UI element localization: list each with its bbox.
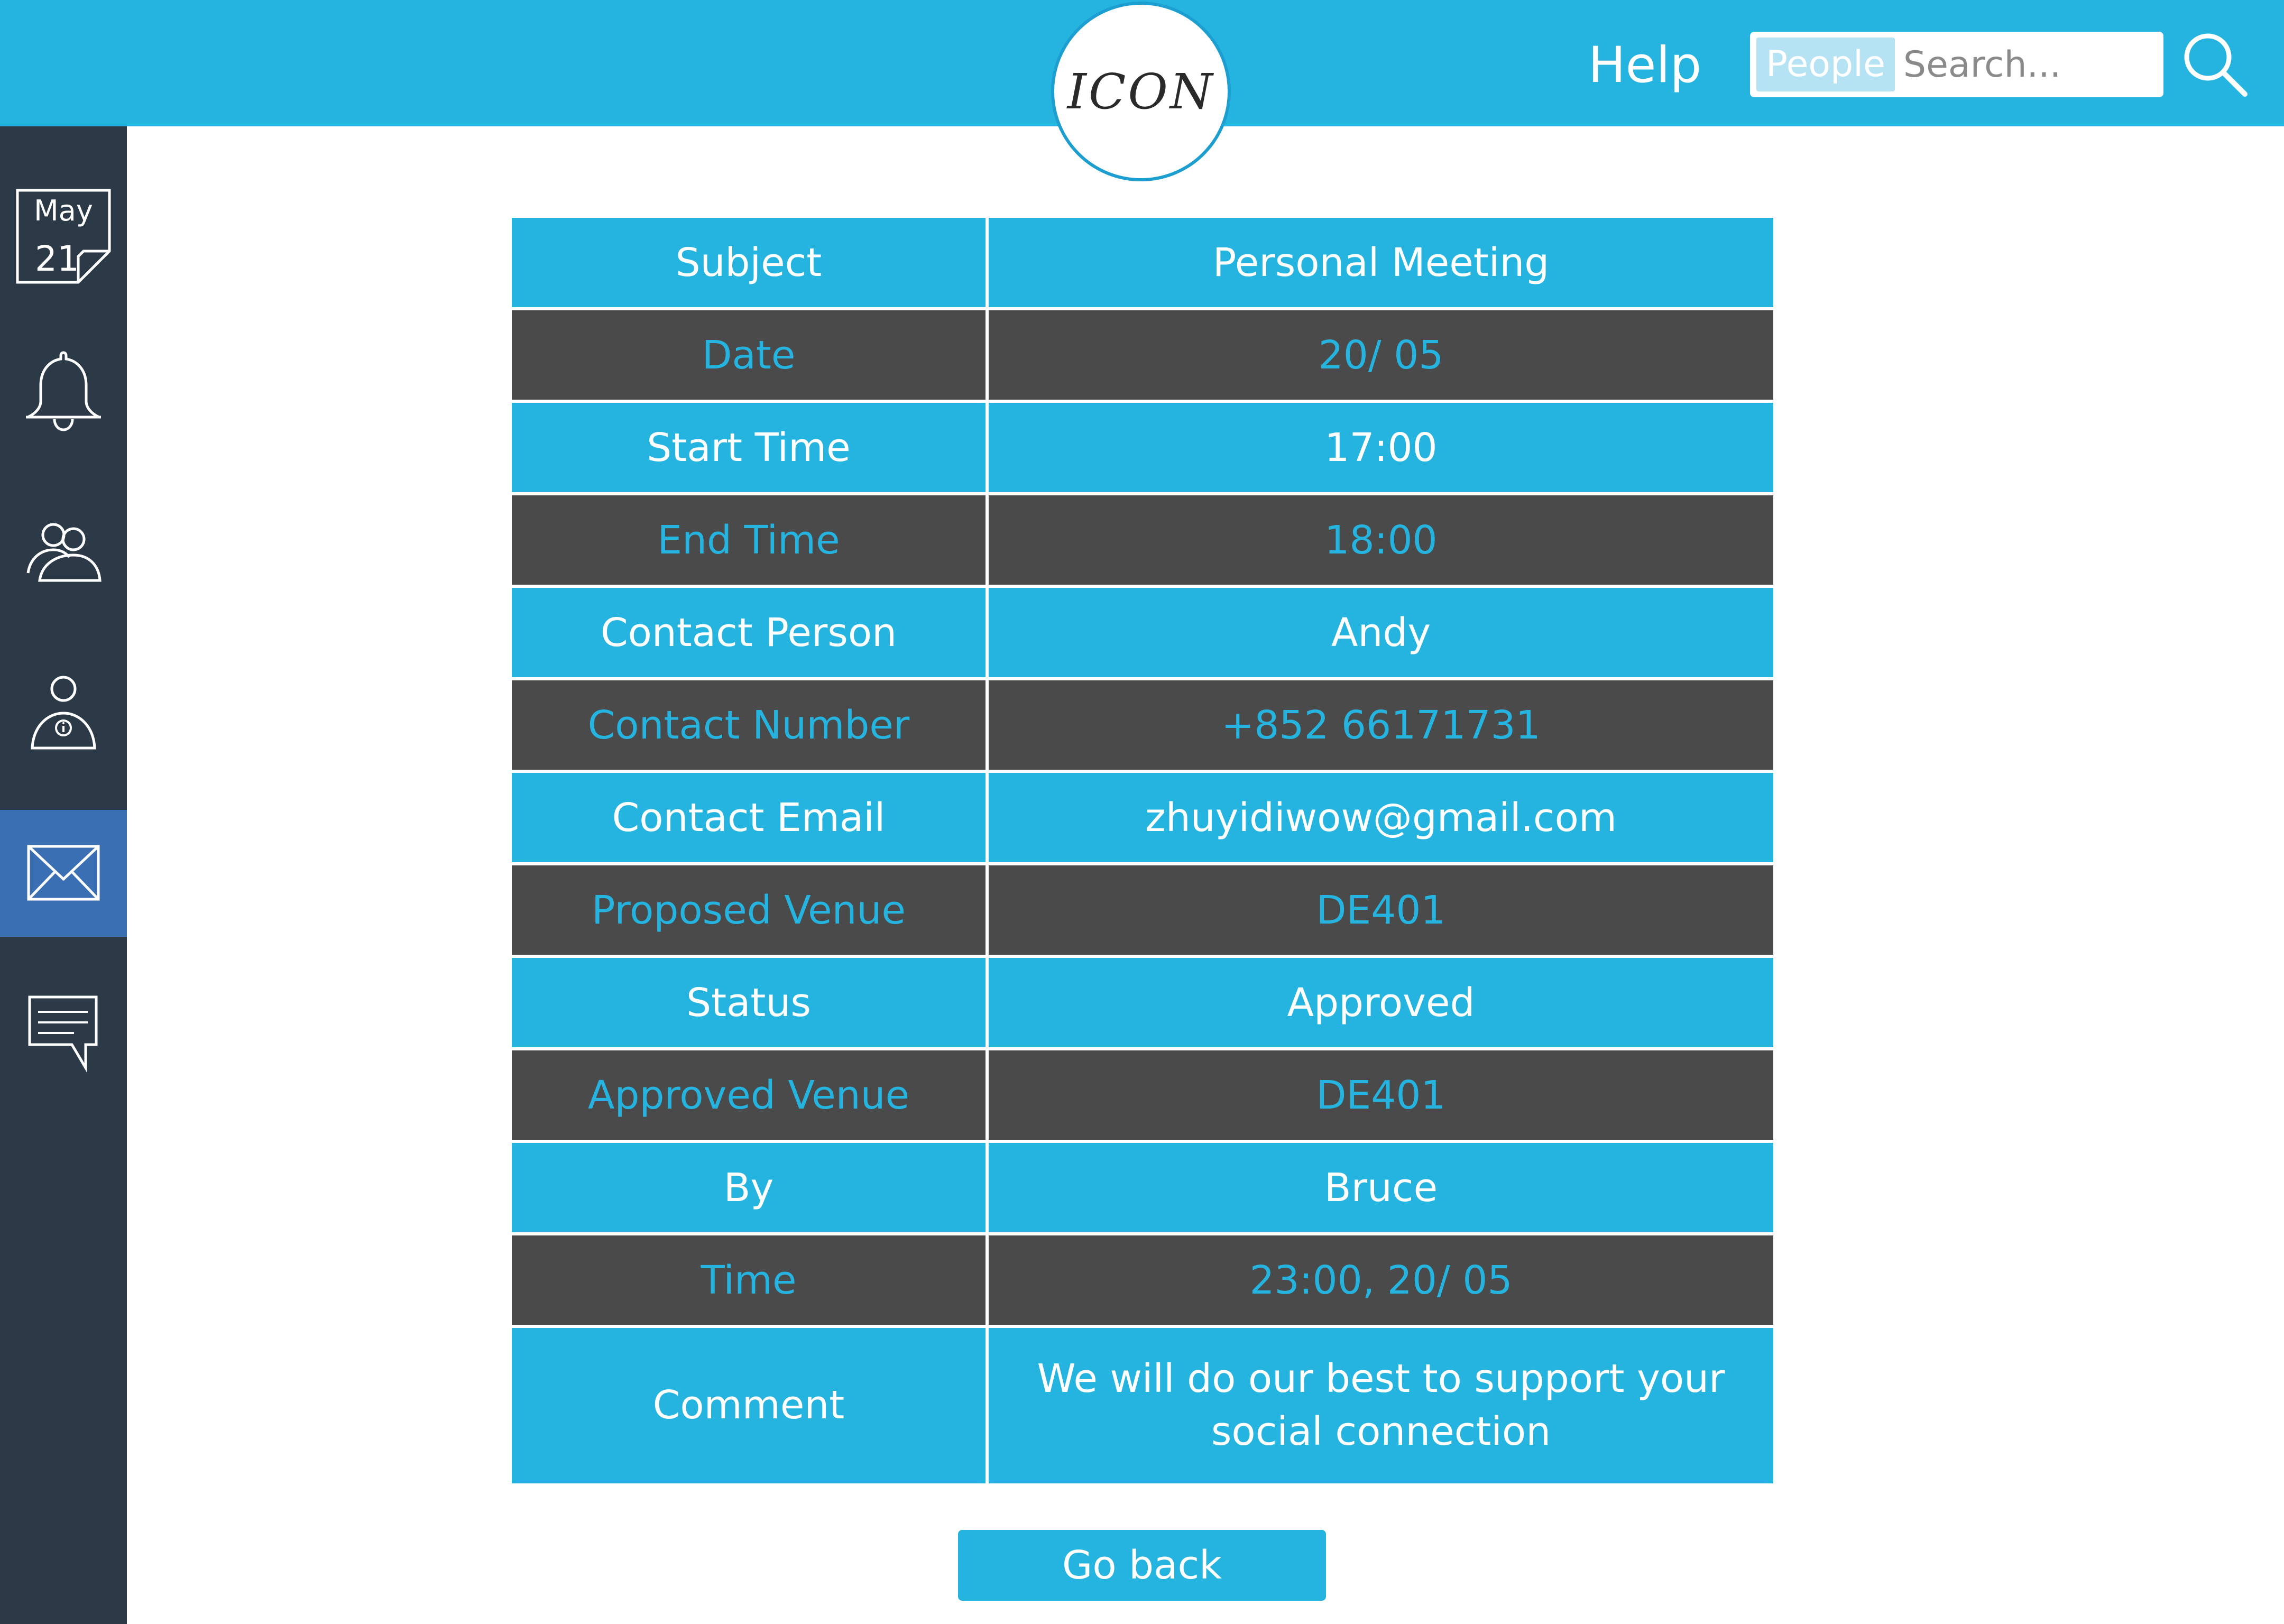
comment-icon — [28, 995, 98, 1073]
field-label: Status — [509, 955, 989, 1050]
search-box: People — [1750, 32, 2163, 97]
field-value: Andy — [986, 585, 1776, 680]
field-label: Contact Email — [509, 770, 989, 865]
field-value: zhuyidiwow@gmail.com — [986, 770, 1776, 865]
sidebar-item-profile[interactable] — [0, 650, 127, 777]
help-link[interactable]: Help — [1588, 34, 1701, 97]
field-value: DE401 — [986, 1047, 1776, 1143]
field-value: Bruce — [986, 1140, 1776, 1235]
field-label: Contact Person — [509, 585, 989, 680]
sidebar-item-messages[interactable] — [0, 810, 127, 937]
field-value: We will do our best to support your soci… — [986, 1325, 1776, 1487]
field-value: 23:00, 20/ 05 — [986, 1232, 1776, 1328]
field-value: 20/ 05 — [986, 307, 1776, 403]
sidebar-item-notifications[interactable] — [0, 328, 127, 455]
search-input[interactable] — [1902, 43, 2137, 86]
booking-details-table: Subject Personal Meeting Date 20/ 05 Sta… — [509, 215, 1776, 1487]
sidebar-item-people[interactable] — [0, 489, 127, 616]
field-value: +852 66171731 — [986, 677, 1776, 773]
user-info-icon — [31, 676, 96, 750]
field-label: By — [509, 1140, 989, 1235]
table-row: Contact Number +852 66171731 — [509, 677, 1776, 773]
go-back-button[interactable]: Go back — [958, 1530, 1326, 1601]
search-scope-people[interactable]: People — [1756, 38, 1895, 91]
field-label: Start Time — [509, 400, 989, 495]
field-label: Date — [509, 307, 989, 403]
field-label: Time — [509, 1232, 989, 1328]
field-label: End Time — [509, 492, 989, 588]
table-row: Time 23:00, 20/ 05 — [509, 1232, 1776, 1328]
table-row: By Bruce — [509, 1140, 1776, 1235]
table-row: Contact Email zhuyidiwow@gmail.com — [509, 770, 1776, 865]
field-value: 17:00 — [986, 400, 1776, 495]
bell-icon — [26, 351, 101, 431]
sidebar: May 21 — [0, 126, 127, 1624]
table-row: Start Time 17:00 — [509, 400, 1776, 495]
field-label: Proposed Venue — [509, 862, 989, 958]
table-row: Date 20/ 05 — [509, 307, 1776, 403]
field-value: DE401 — [986, 862, 1776, 958]
calendar-icon[interactable]: May 21 — [16, 189, 111, 284]
table-row: Status Approved — [509, 955, 1776, 1050]
search-icon[interactable] — [2180, 30, 2249, 98]
table-row: End Time 18:00 — [509, 492, 1776, 588]
table-row: Comment We will do our best to support y… — [509, 1325, 1776, 1487]
field-label: Approved Venue — [509, 1047, 989, 1143]
table-row: Approved Venue DE401 — [509, 1047, 1776, 1143]
table-row: Proposed Venue DE401 — [509, 862, 1776, 958]
table-row: Subject Personal Meeting — [509, 215, 1776, 310]
mail-icon — [27, 845, 100, 901]
field-value: Approved — [986, 955, 1776, 1050]
field-label: Subject — [509, 215, 989, 310]
app-logo[interactable]: ICON — [1051, 2, 1231, 181]
calendar-day: 21 — [35, 238, 79, 279]
field-value: Personal Meeting — [986, 215, 1776, 310]
field-label: Contact Number — [509, 677, 989, 773]
calendar-month: May — [34, 194, 93, 227]
field-value: 18:00 — [986, 492, 1776, 588]
people-icon — [26, 523, 102, 582]
sidebar-item-comments[interactable] — [0, 970, 127, 1097]
table-row: Contact Person Andy — [509, 585, 1776, 680]
field-label: Comment — [509, 1325, 989, 1487]
